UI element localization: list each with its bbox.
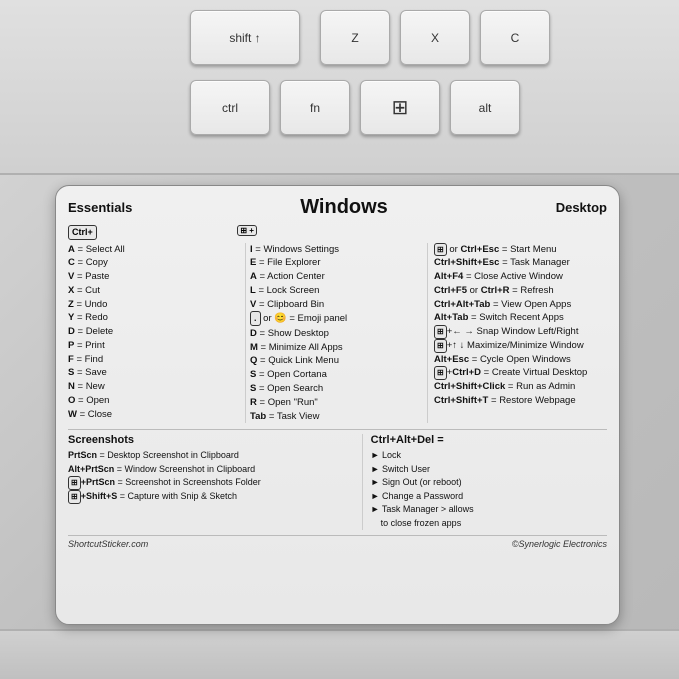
- desktop-start: ⊞ or Ctrl+Esc = Start Menu: [434, 243, 607, 257]
- win-key: ⊞: [360, 80, 440, 135]
- win-l: L = Lock Screen: [250, 284, 423, 298]
- sticker-footer: ShortcutSticker.com ©Synerlogic Electron…: [68, 535, 607, 549]
- alt-prtscn-row: Alt+PrtScn = Window Screenshot in Clipbo…: [68, 463, 352, 477]
- win-prtscn-row: ⊞+PrtScn = Screenshot in Screenshots Fol…: [68, 476, 352, 490]
- z-key: Z: [320, 10, 390, 65]
- dot-key: .: [250, 311, 261, 326]
- c-key: C: [480, 10, 550, 65]
- win-a: A = Action Center: [250, 270, 423, 284]
- ctrl-plus-box: Ctrl+: [68, 225, 97, 240]
- win-e: E = File Explorer: [250, 256, 423, 270]
- screenshots-section: Screenshots PrtScn = Desktop Screenshot …: [68, 429, 607, 530]
- desktop-task-mgr: Ctrl+Shift+Esc = Task Manager: [434, 256, 607, 270]
- keyboard-area: shift ↑ Z X C ctrl fn ⊞ alt: [0, 0, 679, 175]
- shortcut-c: C = Copy: [68, 256, 241, 270]
- win-icon-start: ⊞: [434, 243, 447, 257]
- desktop-cycle: Alt+Esc = Cycle Open Windows: [434, 353, 607, 367]
- screenshots-col: Screenshots PrtScn = Desktop Screenshot …: [68, 434, 352, 530]
- shortcut-a: A = Select All: [68, 243, 241, 257]
- win-key-box: ⊞ +: [237, 225, 257, 236]
- win-d: D = Show Desktop: [250, 327, 423, 341]
- shortcut-x: X = Cut: [68, 284, 241, 298]
- c-key-label: C: [511, 31, 520, 45]
- win-icon-snap: ⊞: [434, 325, 447, 339]
- x-key-label: X: [431, 31, 439, 45]
- shift-key-label: shift ↑: [229, 31, 260, 45]
- desktop-refresh: Ctrl+F5 or Ctrl+R = Refresh: [434, 284, 607, 298]
- desktop-snap-lr: ⊞+← → Snap Window Left/Right: [434, 325, 607, 339]
- sticker-body: A = Select All C = Copy V = Paste X = Cu…: [68, 243, 607, 424]
- prtscn-row: PrtScn = Desktop Screenshot in Clipboard: [68, 449, 352, 463]
- win-i: I = Windows Settings: [250, 243, 423, 257]
- sticker-title: Windows: [132, 196, 555, 219]
- ctrl-key-label: ctrl: [222, 101, 238, 115]
- ctrl-alt-del-title: Ctrl+Alt+Del =: [371, 434, 607, 446]
- win-s-cortana: S = Open Cortana: [250, 368, 423, 382]
- desktop-view-apps: Ctrl+Alt+Tab = View Open Apps: [434, 298, 607, 312]
- alt-key-label: alt: [479, 101, 492, 115]
- desktop-max-min: ⊞+↑ ↓ Maximize/Minimize Window: [434, 339, 607, 353]
- desktop-shortcuts-col: ⊞ or Ctrl+Esc = Start Menu Ctrl+Shift+Es…: [427, 243, 607, 424]
- cad-lock: ► Lock: [371, 449, 607, 463]
- desktop-admin: Ctrl+Shift+Click = Run as Admin: [434, 380, 607, 394]
- win-icon-snip: ⊞: [68, 490, 81, 504]
- shortcut-o: O = Open: [68, 394, 241, 408]
- desktop-restore: Ctrl+Shift+T = Restore Webpage: [434, 394, 607, 408]
- sticker-header: Essentials Windows Desktop: [68, 196, 607, 219]
- x-key: X: [400, 10, 470, 65]
- screenshots-title: Screenshots: [68, 434, 352, 446]
- shortcut-z: Z = Undo: [68, 298, 241, 312]
- shortcut-n: N = New: [68, 380, 241, 394]
- shortcut-y: Y = Redo: [68, 311, 241, 325]
- z-key-label: Z: [351, 31, 358, 45]
- essentials-label: Essentials: [68, 200, 132, 215]
- win-icon-vd: ⊞: [434, 366, 447, 380]
- desktop-virtual: ⊞+Ctrl+D = Create Virtual Desktop: [434, 366, 607, 380]
- fn-key: fn: [280, 80, 350, 135]
- desktop-close-win: Alt+F4 = Close Active Window: [434, 270, 607, 284]
- ctrl-alt-del-col: Ctrl+Alt+Del = ► Lock ► Switch User ► Si…: [362, 434, 607, 530]
- win-tab: Tab = Task View: [250, 410, 423, 424]
- desktop-label: Desktop: [556, 200, 607, 215]
- shortcut-d: D = Delete: [68, 325, 241, 339]
- win-icon-max: ⊞: [434, 339, 447, 353]
- cad-taskmgr: ► Task Manager > allowsto close frozen a…: [371, 503, 607, 530]
- shortcut-f: F = Find: [68, 353, 241, 367]
- shortcut-p: P = Print: [68, 339, 241, 353]
- win-icon-ss: ⊞: [68, 476, 81, 490]
- cad-switch: ► Switch User: [371, 463, 607, 477]
- win-key-label: ⊞: [392, 95, 409, 120]
- shortcut-s: S = Save: [68, 366, 241, 380]
- win-v: V = Clipboard Bin: [250, 298, 423, 312]
- desktop-switch-apps: Alt+Tab = Switch Recent Apps: [434, 311, 607, 325]
- shift-key: shift ↑: [190, 10, 300, 65]
- alt-key: alt: [450, 80, 520, 135]
- ctrl-key: ctrl: [190, 80, 270, 135]
- win-q: Q = Quick Link Menu: [250, 354, 423, 368]
- shortcut-sticker: Essentials Windows Desktop Ctrl+ ⊞ + A =…: [55, 185, 620, 625]
- fn-key-label: fn: [310, 101, 320, 115]
- ctrl-shortcuts-col: A = Select All C = Copy V = Paste X = Cu…: [68, 243, 245, 424]
- win-shortcuts-col: I = Windows Settings E = File Explorer A…: [245, 243, 427, 424]
- win-dot: . or 😊 = Emoji panel: [250, 311, 423, 327]
- footer-right: ©Synerlogic Electronics: [512, 539, 607, 549]
- cad-password: ► Change a Password: [371, 490, 607, 504]
- shortcut-w: W = Close: [68, 408, 241, 422]
- shortcut-v: V = Paste: [68, 270, 241, 284]
- cad-signout: ► Sign Out (or reboot): [371, 476, 607, 490]
- footer-left: ShortcutSticker.com: [68, 539, 148, 549]
- snip-row: ⊞+Shift+S = Capture with Snip & Sketch: [68, 490, 352, 504]
- laptop-bottom-bar: [0, 629, 679, 679]
- win-m: M = Minimize All Apps: [250, 341, 423, 355]
- win-s-search: S = Open Search: [250, 382, 423, 396]
- win-r: R = Open "Run": [250, 396, 423, 410]
